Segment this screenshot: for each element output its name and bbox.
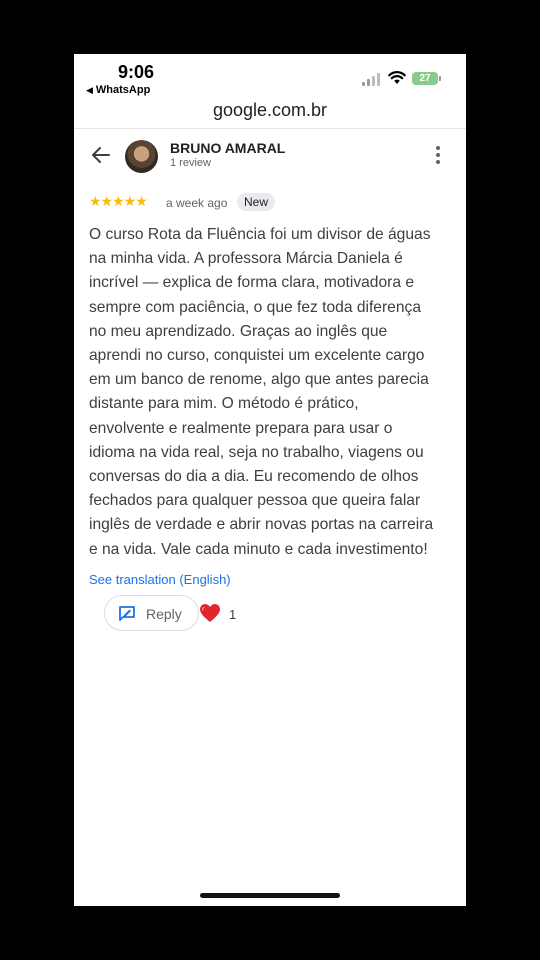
heart-icon[interactable]: [199, 603, 221, 623]
battery-cap: [439, 76, 441, 81]
home-indicator[interactable]: [200, 893, 340, 898]
wifi-icon: [388, 71, 406, 84]
reviewer-name[interactable]: BRUNO AMARAL: [170, 140, 285, 156]
star-rating: ★★★★★: [89, 193, 148, 209]
back-app-label: WhatsApp: [95, 84, 151, 96]
phone-screen: 9:06 ◀ WhatsApp 27 google.com.br BRUNO AM…: [74, 54, 466, 906]
review-text: O curso Rota da Fluência foi um divisor …: [89, 226, 434, 558]
see-translation-link[interactable]: See translation (English): [89, 572, 231, 587]
reaction-count: 1: [229, 607, 237, 622]
back-triangle-icon: ◀: [86, 85, 93, 95]
cellular-signal-icon: [362, 73, 382, 86]
back-to-app-link[interactable]: ◀ WhatsApp: [86, 84, 150, 96]
back-arrow-icon[interactable]: [90, 144, 112, 166]
reply-label: Reply: [146, 606, 182, 622]
reviewer-avatar[interactable]: [125, 140, 158, 173]
status-time: 9:06: [118, 62, 155, 82]
more-vert-icon[interactable]: [430, 146, 446, 166]
browser-url[interactable]: google.com.br: [74, 100, 466, 121]
new-badge: New: [237, 193, 276, 211]
reviewer-review-count: 1 review: [170, 157, 211, 169]
reply-button[interactable]: Reply: [104, 595, 199, 631]
divider: [74, 128, 466, 129]
review-date: a week ago: [166, 196, 228, 210]
battery-indicator: 27: [412, 72, 438, 85]
reply-edit-icon: [119, 606, 135, 621]
